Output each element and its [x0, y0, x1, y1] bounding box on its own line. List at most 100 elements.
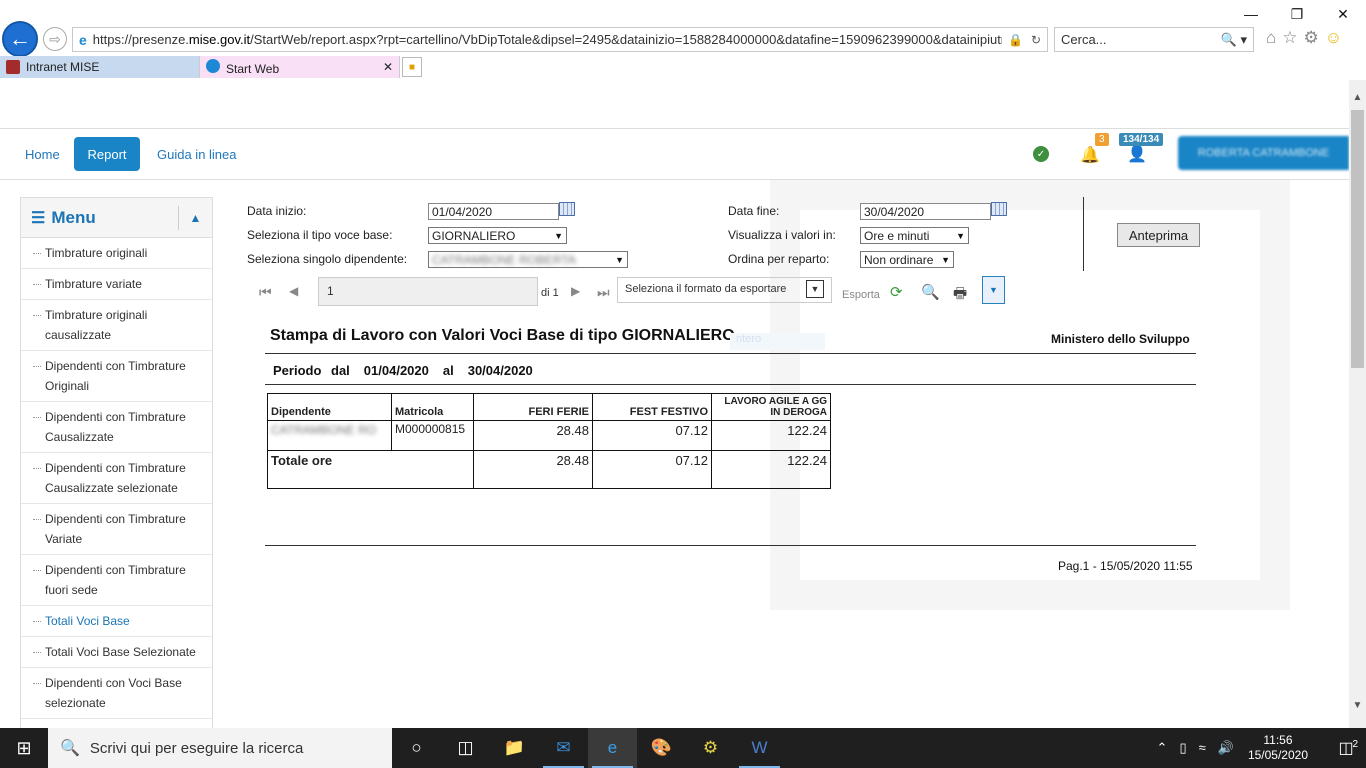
matricola-cell: M000000815: [391, 420, 474, 451]
first-page-icon[interactable]: ⏮: [259, 284, 272, 301]
file-explorer-icon[interactable]: 📁: [490, 728, 539, 768]
user-menu-button[interactable]: ROBERTA CATRAMBONE: [1178, 136, 1349, 170]
windows-start-icon[interactable]: ⊞: [0, 728, 48, 768]
task-view-icon[interactable]: ◫: [441, 728, 490, 768]
order-label: Ordina per reparto:: [728, 252, 830, 266]
sidebar-item-prospetto-mensile[interactable]: Prospetto mensile Giorni con Voci Base: [21, 719, 212, 728]
app-icon[interactable]: ⚙: [686, 728, 735, 768]
collapse-chevron-icon[interactable]: ▲: [178, 206, 212, 230]
scroll-up-icon[interactable]: ▲: [1351, 92, 1364, 106]
network-icon[interactable]: ≈: [1199, 740, 1206, 756]
employee-select[interactable]: CATRAMBONE ROBERTA ▼: [428, 251, 628, 268]
next-page-icon[interactable]: ▶: [571, 284, 580, 298]
outlook-icon[interactable]: ✉: [539, 728, 588, 768]
favorites-icon[interactable]: ☆: [1282, 28, 1297, 48]
order-select[interactable]: Non ordinare ▼: [860, 251, 954, 268]
total-ferie: 28.48: [473, 450, 593, 489]
sidebar-item-dip-timbrature-originali[interactable]: Dipendenti con Timbrature Originali: [21, 351, 212, 402]
back-button[interactable]: ←: [2, 21, 38, 57]
type-label: Seleziona il tipo voce base:: [247, 228, 393, 242]
start-calendar-icon[interactable]: [559, 202, 575, 216]
sidebar-item-dip-causalizzate-selezionate[interactable]: Dipendenti con Timbrature Causalizzate s…: [21, 453, 212, 504]
report-rule-bottom: [265, 545, 1196, 546]
address-bar[interactable]: e https://presenze.mise.gov.it/StartWeb/…: [72, 27, 1048, 52]
close-window-button[interactable]: ✕: [1320, 0, 1366, 28]
nav-home[interactable]: Home: [11, 137, 74, 171]
refresh-icon[interactable]: ↻: [1031, 33, 1041, 47]
scroll-thumb[interactable]: [1351, 110, 1364, 368]
chevron-down-icon: ▼: [806, 280, 824, 298]
status-ok-icon: ✓: [1033, 146, 1049, 162]
search-icon[interactable]: 🔍 ▾: [1221, 32, 1253, 48]
new-tab-button[interactable]: ■: [402, 57, 422, 77]
sidebar-item-dip-timbrature-variate[interactable]: Dipendenti con Timbrature Variate: [21, 504, 212, 555]
festivo-cell: 07.12: [592, 420, 712, 451]
battery-icon[interactable]: ▯: [1179, 740, 1186, 756]
volume-icon[interactable]: 🔊: [1218, 740, 1234, 756]
settings-gear-icon[interactable]: ⚙: [1304, 28, 1319, 48]
lock-icon: 🔒: [1007, 32, 1023, 47]
cortana-icon[interactable]: ○: [392, 728, 441, 768]
tab-start-web[interactable]: Start Web ✕: [200, 56, 400, 78]
print-icon[interactable]: 🖶: [953, 283, 967, 308]
column-header: FEST FESTIVO: [592, 393, 712, 421]
taskbar-search-input[interactable]: 🔍 Scrivi qui per eseguire la ricerca: [48, 728, 392, 768]
end-date-input[interactable]: 30/04/2020: [860, 203, 991, 220]
scroll-down-icon[interactable]: ▼: [1351, 700, 1364, 714]
notifications-badge: 3: [1095, 133, 1109, 146]
sidebar-menu: ☰ Menu ▲ Timbrature originali Timbrature…: [20, 197, 213, 728]
user-icon[interactable]: 👤: [1127, 144, 1147, 164]
word-icon[interactable]: W: [735, 728, 784, 768]
start-date-input[interactable]: 01/04/2020: [428, 203, 559, 220]
feedback-smile-icon[interactable]: ☺: [1325, 28, 1342, 48]
minimize-button[interactable]: —: [1228, 0, 1274, 28]
home-icon[interactable]: ⌂: [1266, 28, 1276, 48]
ie-page-icon: [206, 58, 220, 73]
taskbar: ⊞ 🔍 Scrivi qui per eseguire la ricerca ○ …: [0, 728, 1366, 768]
page-scrollbar[interactable]: ▲ ▼: [1349, 80, 1366, 728]
column-header: Dipendente: [267, 393, 392, 421]
table-header-row: Dipendente Matricola FERI FERIE FEST FES…: [267, 393, 831, 421]
nav-guide[interactable]: Guida in linea: [143, 137, 251, 171]
forward-button[interactable]: ⇨: [43, 27, 67, 51]
sidebar-item-timbrature-causalizzate[interactable]: Timbrature originali causalizzate: [21, 300, 212, 351]
preview-button[interactable]: Anteprima: [1117, 223, 1200, 247]
refresh-report-icon[interactable]: ⟳: [890, 283, 903, 301]
type-select[interactable]: GIORNALIERO ▼: [428, 227, 567, 244]
export-label[interactable]: Esporta: [842, 289, 880, 301]
sidebar-item-dip-voci-base-selezionate[interactable]: Dipendenti con Voci Base selezionate: [21, 668, 212, 719]
page-viewport: Home Report Guida in linea ✓ 🔔 3 👤 134/1…: [0, 80, 1349, 728]
sidebar-item-dip-timbrature-causalizzate[interactable]: Dipendenti con Timbrature Causalizzate: [21, 402, 212, 453]
show-values-select[interactable]: Ore e minuti ▼: [860, 227, 969, 244]
sidebar-item-dip-fuori-sede[interactable]: Dipendenti con Timbrature fuori sede: [21, 555, 212, 606]
bell-icon[interactable]: 🔔: [1080, 145, 1100, 165]
search-report-icon[interactable]: 🔍: [921, 283, 940, 301]
sidebar-item-timbrature-originali[interactable]: Timbrature originali: [21, 238, 212, 269]
chevron-up-icon[interactable]: ⌃: [1157, 740, 1168, 756]
internet-explorer-icon[interactable]: e: [588, 728, 637, 768]
nav-report[interactable]: Report: [74, 137, 140, 171]
page-count: di 1: [541, 287, 559, 299]
list-icon: ☰: [31, 209, 46, 227]
previous-page-icon[interactable]: ◀: [289, 284, 298, 298]
app-header: Home Report Guida in linea ✓ 🔔 3 👤 134/1…: [0, 128, 1349, 180]
browser-search-input[interactable]: Cerca... 🔍 ▾: [1054, 27, 1254, 52]
column-header: Matricola: [391, 393, 474, 421]
clock[interactable]: 11:56 15/05/2020: [1248, 733, 1308, 763]
sidebar-item-timbrature-variate[interactable]: Timbrature variate: [21, 269, 212, 300]
last-page-icon[interactable]: ⏭: [597, 284, 610, 301]
restore-button[interactable]: ❐: [1274, 0, 1320, 28]
toolbar-dropdown-button[interactable]: ▼: [982, 276, 1005, 304]
paint-icon[interactable]: 🎨: [637, 728, 686, 768]
lavoro-agile-cell: 122.24: [711, 420, 831, 451]
report-title: Stampa di Lavoro con Valori Voci Base di…: [270, 327, 735, 344]
end-calendar-icon[interactable]: [991, 202, 1007, 216]
tab-intranet-mise[interactable]: Intranet MISE: [0, 56, 200, 78]
sidebar-item-totali-voci-base[interactable]: Totali Voci Base: [21, 606, 212, 637]
sidebar-item-totali-voci-base-selezionate[interactable]: Totali Voci Base Selezionate: [21, 637, 212, 668]
close-tab-icon[interactable]: ✕: [383, 60, 393, 74]
notification-center-icon[interactable]: ◫ 2: [1326, 738, 1366, 758]
chevron-down-icon: ▼: [941, 254, 950, 265]
export-format-select[interactable]: Seleziona il formato da esportare ▼: [617, 277, 832, 303]
page-number-input[interactable]: 1: [318, 277, 538, 306]
